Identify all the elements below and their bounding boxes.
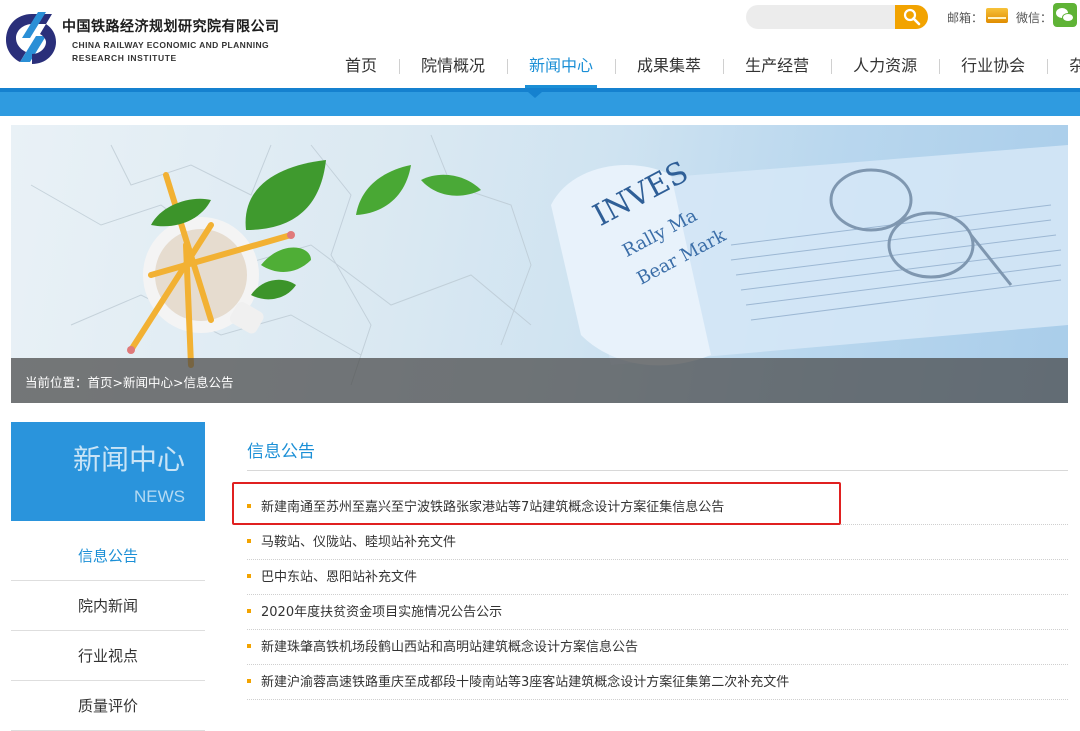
breadcrumb-prefix: 当前位置：	[25, 375, 88, 390]
title-divider	[247, 470, 1068, 471]
news-item[interactable]: 2020年度扶贫资金项目实施情况公告公示	[247, 595, 1068, 630]
mail-label: 邮箱：	[947, 11, 984, 25]
news-item[interactable]: 新建沪渝蓉高速铁路重庆至成都段十陵南站等3座客站建筑概念设计方案征集第二次补充文…	[247, 665, 1068, 700]
sidebar-item-industry-views[interactable]: 行业视点	[11, 631, 205, 681]
breadcrumb-separator: >	[173, 375, 184, 390]
org-name-en-line2: RESEARCH INSTITUTE	[72, 53, 177, 63]
nav-item-about[interactable]: 院情概况	[399, 52, 507, 88]
org-name-en-line1: CHINA RAILWAY ECONOMIC AND PLANNING	[72, 40, 270, 50]
news-banner-image: INVES Rally Ma Bear Mark 当前位置：首页>新闻中心>信息…	[11, 125, 1068, 403]
company-logo-icon[interactable]	[2, 8, 60, 68]
sidebar-title-en: NEWS	[134, 487, 185, 506]
sidebar-title: 新闻中心	[72, 443, 185, 476]
sidebar-item-internal-news[interactable]: 院内新闻	[11, 581, 205, 631]
news-item[interactable]: 新建珠肇高铁机场段鹤山西站和高明站建筑概念设计方案信息公告	[247, 630, 1068, 665]
search-icon	[903, 8, 921, 26]
breadcrumb-current[interactable]: 信息公告	[184, 375, 234, 390]
breadcrumb-link-home[interactable]: 首页	[88, 375, 113, 390]
breadcrumb-link-news[interactable]: 新闻中心	[123, 375, 173, 390]
sidebar-item-announcements[interactable]: 信息公告	[11, 531, 205, 581]
breadcrumb-bar: 当前位置：首页>新闻中心>信息公告	[11, 358, 1068, 403]
sidebar-header: 新闻中心 NEWS	[11, 422, 205, 521]
nav-item-magazine[interactable]: 杂志刊物	[1047, 52, 1080, 88]
news-list: 新建南通至苏州至嘉兴至宁波铁路张家港站等7站建筑概念设计方案征集信息公告 马鞍站…	[247, 490, 1068, 700]
nav-item-achievements[interactable]: 成果集萃	[615, 52, 723, 88]
search-button[interactable]	[895, 5, 928, 29]
sidebar-item-quality-evaluation[interactable]: 质量评价	[11, 681, 205, 731]
nav-item-news[interactable]: 新闻中心	[507, 52, 615, 88]
breadcrumb-separator: >	[112, 375, 124, 390]
news-item[interactable]: 新建南通至苏州至嘉兴至宁波铁路张家港站等7站建筑概念设计方案征集信息公告	[247, 490, 1068, 525]
main-nav: 首页 院情概况 新闻中心 成果集萃 生产经营 人力资源 行业协会 杂志刊物	[323, 52, 1080, 88]
site-header: 中国铁路经济规划研究院有限公司 CHINA RAILWAY ECONOMIC A…	[0, 0, 1080, 90]
nav-item-operations[interactable]: 生产经营	[723, 52, 831, 88]
nav-item-association[interactable]: 行业协会	[939, 52, 1047, 88]
mail-icon[interactable]	[986, 8, 1008, 23]
nav-blue-band	[0, 88, 1080, 116]
wechat-icon[interactable]	[1053, 3, 1077, 27]
wechat-label: 微信：	[1016, 11, 1053, 25]
news-item[interactable]: 马鞍站、仪陇站、睦坝站补充文件	[247, 525, 1068, 560]
page-title: 信息公告	[247, 442, 315, 462]
news-item[interactable]: 巴中东站、恩阳站补充文件	[247, 560, 1068, 595]
nav-item-hr[interactable]: 人力资源	[831, 52, 939, 88]
nav-item-home[interactable]: 首页	[323, 52, 399, 88]
org-name-cn: 中国铁路经济规划研究院有限公司	[62, 19, 280, 35]
search-input[interactable]	[756, 7, 890, 27]
breadcrumb: 当前位置：首页>新闻中心>信息公告	[25, 372, 234, 391]
